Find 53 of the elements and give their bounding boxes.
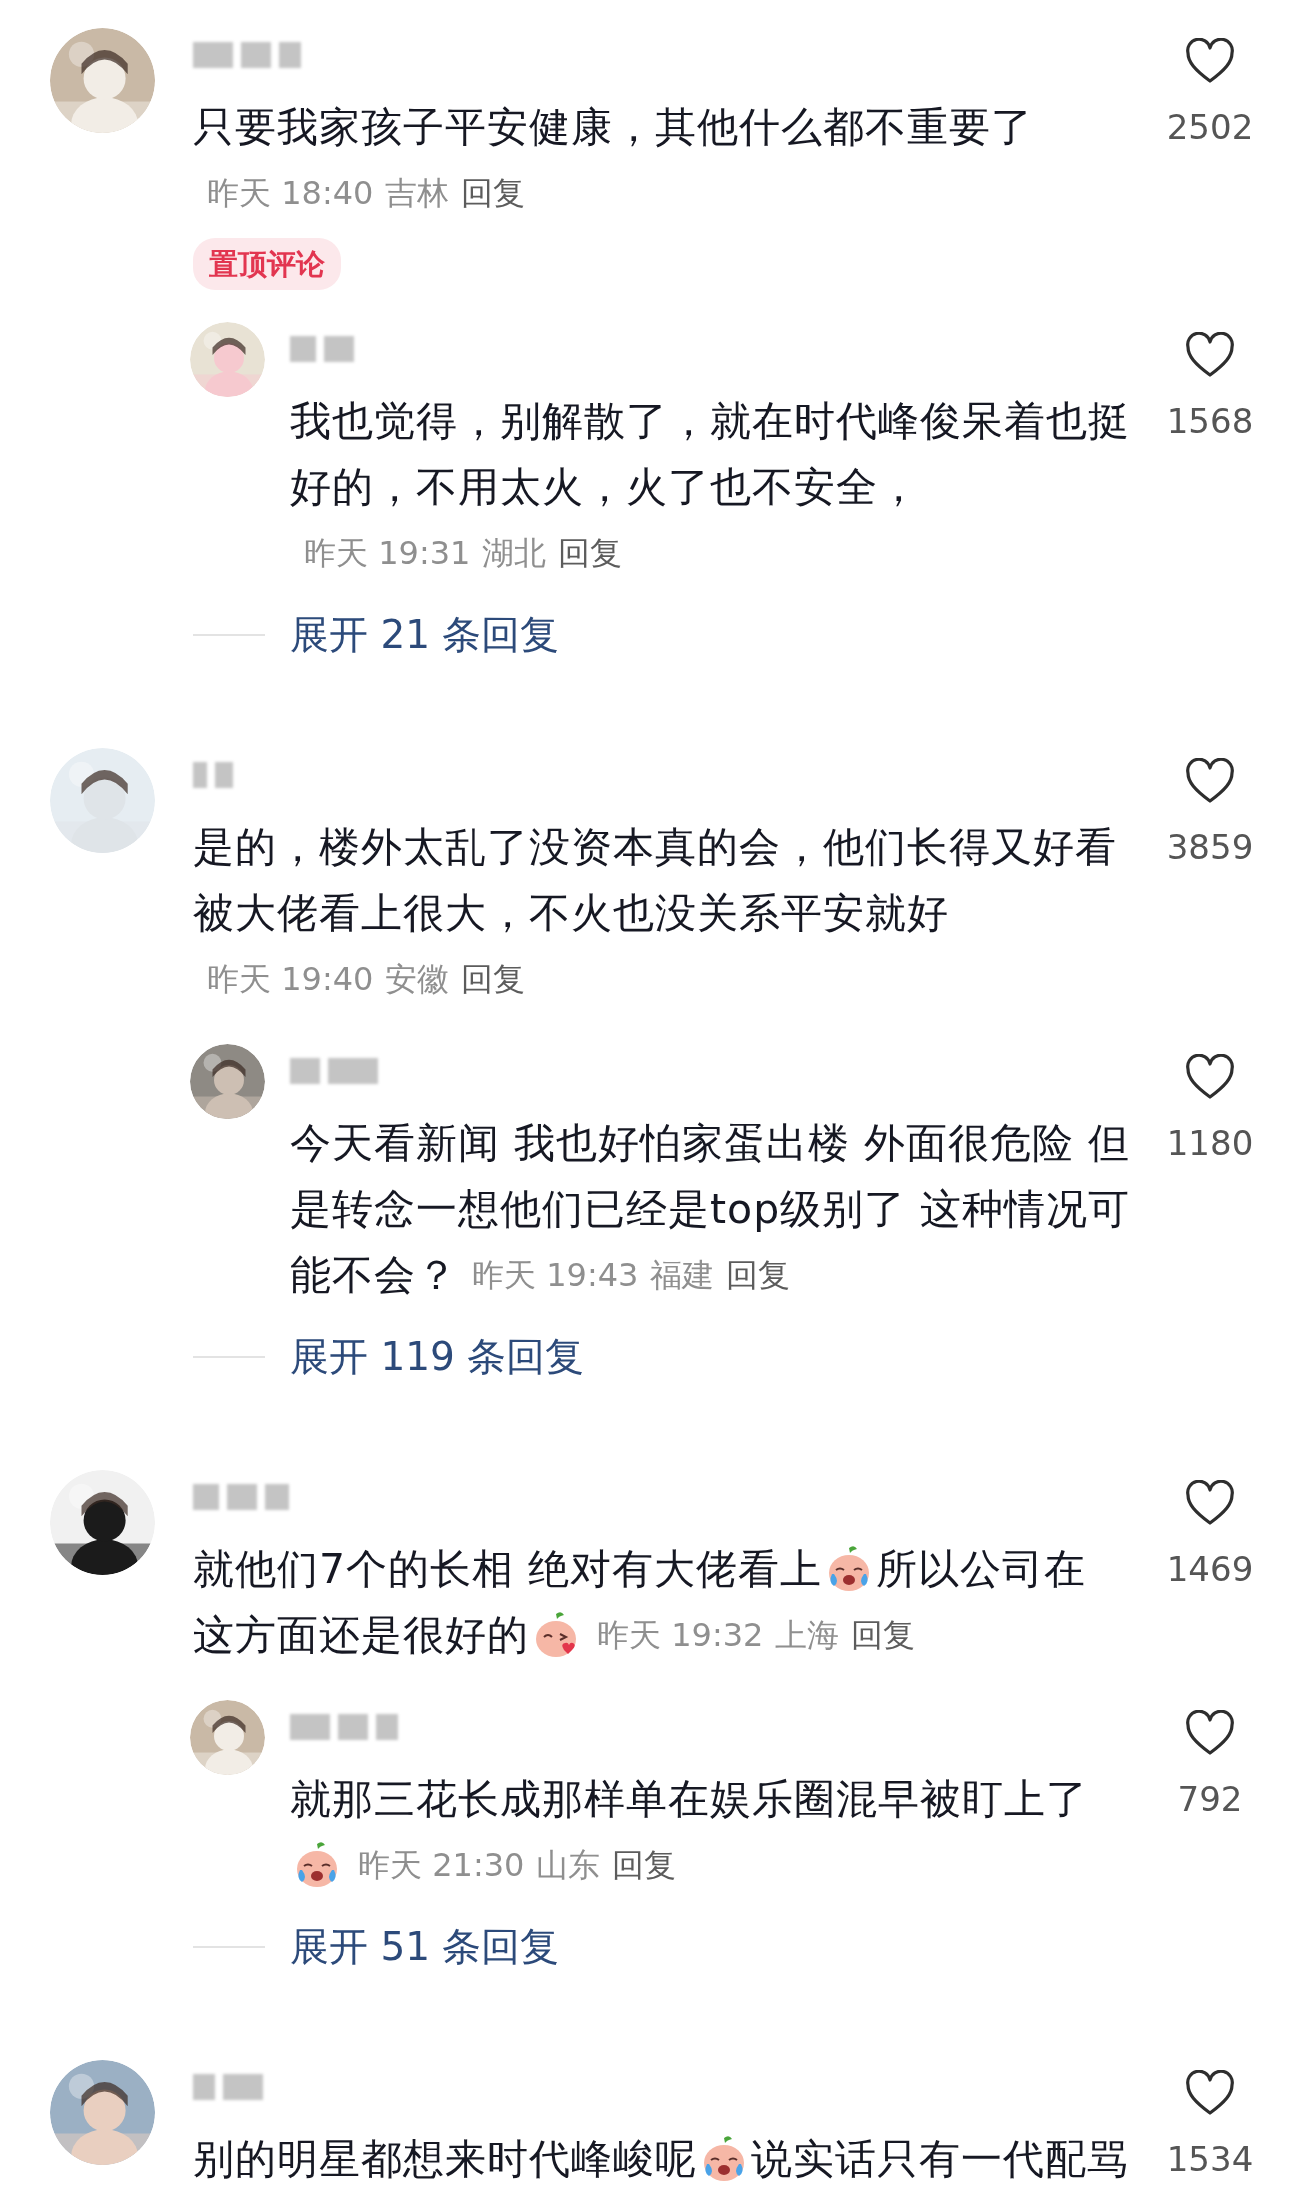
comment-text: 所以公司在 [876, 1544, 1087, 1595]
comment-time: 昨天 19:31 [304, 533, 471, 574]
like-count: 3859 [1166, 826, 1254, 869]
comment-text: 能不会？ [290, 1250, 458, 1301]
comment-time: 昨天 19:43 [472, 1255, 639, 1296]
reply-link[interactable]: 回复 [612, 1832, 677, 1898]
heart-icon[interactable] [1185, 332, 1235, 378]
comment-text: 只要我家孩子平安健康，其他什么都不重要了 [193, 102, 1033, 153]
comment-text: 就那三花长成那样单在娱乐圈混早被盯上了 [290, 1774, 1088, 1825]
comment-text: 好的，不用太火，火了也不安全， [290, 462, 920, 513]
heart-icon[interactable] [1185, 1480, 1235, 1526]
comment-text: 我也觉得，别解散了，就在时代峰俊呆着也挺 [290, 396, 1130, 447]
comment-location: 安徽 [385, 959, 450, 1000]
blurred-username-drawing [193, 762, 233, 788]
heart-icon[interactable] [1185, 2070, 1235, 2116]
comment-location: 山东 [536, 1845, 601, 1886]
heart-icon[interactable] [1185, 38, 1235, 84]
like-count: 1534 [1166, 2138, 1254, 2181]
reply-link[interactable]: 回复 [461, 946, 526, 1012]
comment-time: 昨天 19:32 [597, 1615, 764, 1656]
comment-time: 昨天 19:40 [207, 959, 374, 1000]
expand-replies-link[interactable]: 展开 21 条回复 [290, 608, 560, 662]
comment-text: 说实话只有一代配骂 [751, 2134, 1129, 2185]
comment-location: 福建 [650, 1255, 715, 1296]
heart-icon[interactable] [1185, 1054, 1235, 1100]
comment-text: 被大佬看上很大，不火也没关系平安就好 [193, 888, 949, 939]
blurred-username-drawing [193, 2074, 263, 2100]
comment-location: 吉林 [385, 173, 450, 214]
like-count: 792 [1177, 1778, 1243, 1821]
reply-link[interactable]: 回复 [851, 1602, 916, 1668]
reply-link[interactable]: 回复 [461, 160, 526, 226]
like-count: 1180 [1166, 1122, 1254, 1165]
reply-link[interactable]: 回复 [558, 520, 623, 586]
like-count: 1568 [1166, 400, 1254, 443]
heart-icon[interactable] [1185, 758, 1235, 804]
comment-text: 别的明星都想来时代峰峻呢 [193, 2134, 697, 2185]
comment-text: 这方面还是很好的 [193, 1610, 529, 1661]
expand-replies-link[interactable]: 展开 51 条回复 [290, 1920, 560, 1974]
comment-time: 昨天 18:40 [207, 173, 374, 214]
heart-icon[interactable] [1185, 1710, 1235, 1756]
reply-link[interactable]: 回复 [726, 1242, 791, 1308]
comment-text: 是转念一想他们已经是top级别了 这种情况可 [290, 1184, 1131, 1235]
blurred-username-drawing [290, 336, 354, 362]
expand-replies-link[interactable]: 展开 119 条回复 [290, 1330, 585, 1384]
comment-location: 湖北 [482, 533, 547, 574]
comment-location: 上海 [775, 1615, 840, 1656]
comment-time: 昨天 21:30 [358, 1845, 525, 1886]
like-count: 2502 [1166, 106, 1254, 149]
comment-text: 就他们7个的长相 绝对有大佬看上 [193, 1544, 823, 1595]
comment-text: 今天看新闻 我也好怕家蛋出楼 外面很危险 但 [290, 1118, 1131, 1169]
pinned-comment-badge: 置顶评论 [193, 238, 341, 290]
comment-text: 是的，楼外太乱了没资本真的会，他们长得又好看 [193, 822, 1117, 873]
like-count: 1469 [1166, 1548, 1254, 1591]
